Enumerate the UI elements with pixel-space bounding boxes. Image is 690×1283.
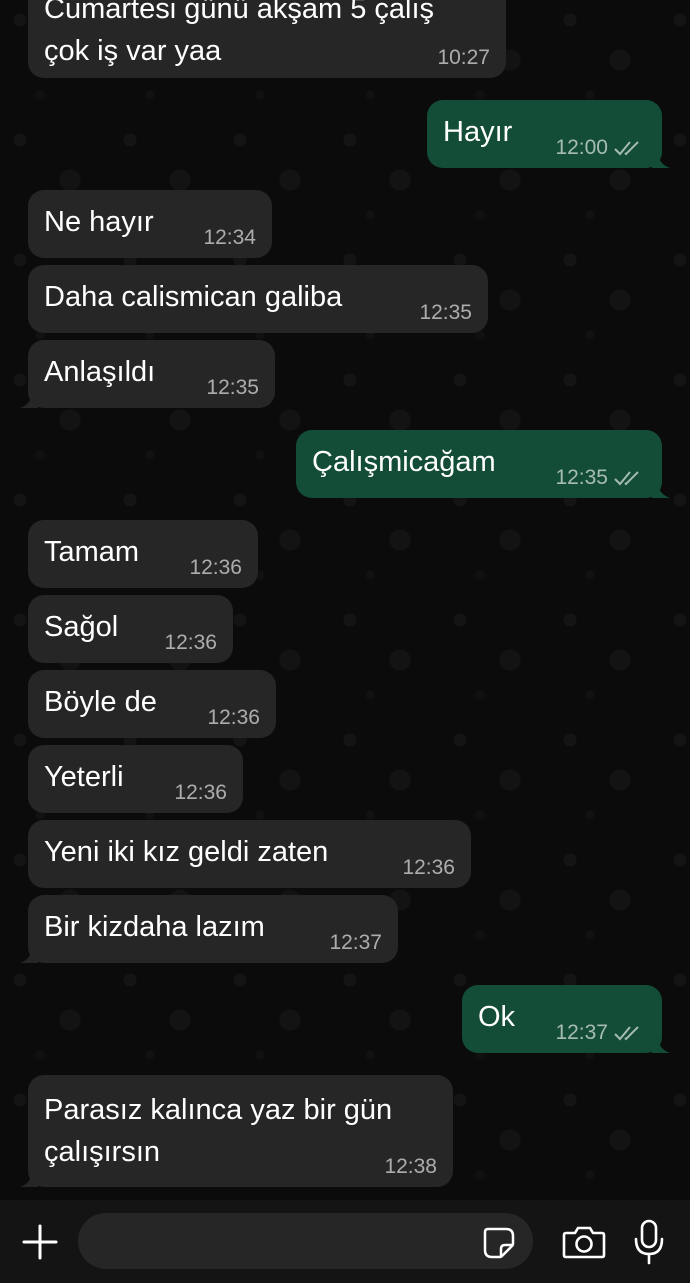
message-meta: 12:36 — [207, 706, 260, 730]
message-meta: 12:36 — [402, 856, 455, 880]
message-text: Cumartesi günü akşam 5 çalış çok iş var … — [44, 0, 435, 67]
microphone-icon[interactable] — [632, 1219, 666, 1265]
message-meta: 12:38 — [384, 1155, 437, 1179]
message-bubble-incoming[interactable]: Cumartesi günü akşam 5 çalış çok iş var … — [28, 0, 506, 78]
message-bubble-incoming[interactable]: Böyle de 12:36 — [28, 670, 276, 738]
bubble-tail — [652, 482, 670, 498]
double-check-icon — [614, 139, 644, 157]
message-time: 12:38 — [384, 1155, 437, 1178]
message-meta: 12:37 — [555, 1021, 644, 1045]
message-bubble-incoming[interactable]: Yeterli 12:36 — [28, 745, 243, 813]
message-meta: 12:35 — [555, 466, 644, 490]
message-time: 10:27 — [437, 46, 490, 69]
message-composer — [0, 1200, 690, 1283]
message-meta: 10:27 — [437, 46, 490, 70]
message-time: 12:36 — [189, 556, 242, 579]
message-time: 12:36 — [164, 631, 217, 654]
message-bubble-incoming[interactable]: Ne hayır 12:34 — [28, 190, 272, 258]
double-check-icon — [614, 1024, 644, 1042]
message-bubble-incoming[interactable]: Parasız kalınca yaz bir gün çalışırsın 1… — [20, 1075, 453, 1187]
message-time: 12:36 — [402, 856, 455, 879]
message-text: Ne hayır — [44, 206, 154, 238]
message-time: 12:34 — [203, 226, 256, 249]
bubble-tail — [652, 1037, 670, 1053]
message-time: 12:35 — [555, 466, 608, 489]
message-text: Tamam — [44, 536, 140, 568]
message-time: 12:37 — [329, 931, 382, 954]
message-bubble-incoming[interactable]: Bir kizdaha lazım 12:37 — [20, 895, 398, 963]
message-time: 12:36 — [207, 706, 260, 729]
message-bubble-incoming[interactable]: Anlaşıldı 12:35 — [20, 340, 275, 408]
message-time: 12:00 — [555, 136, 608, 159]
message-meta: 12:36 — [164, 631, 217, 655]
double-check-icon — [614, 469, 644, 487]
message-text: Sağol — [44, 611, 119, 643]
message-meta: 12:35 — [206, 376, 259, 400]
message-meta: 12:00 — [555, 136, 644, 160]
bubble-tail — [20, 1171, 38, 1187]
message-meta: 12:36 — [189, 556, 242, 580]
message-time: 12:35 — [206, 376, 259, 399]
bubble-tail — [20, 947, 38, 963]
message-meta: 12:34 — [203, 226, 256, 250]
message-time: 12:35 — [419, 301, 472, 324]
plus-icon[interactable] — [20, 1222, 60, 1262]
message-bubble-incoming[interactable]: Tamam 12:36 — [28, 520, 258, 588]
message-time: 12:36 — [174, 781, 227, 804]
bubble-tail — [652, 152, 670, 168]
message-meta: 12:35 — [419, 301, 472, 325]
message-meta: 12:36 — [174, 781, 227, 805]
message-bubble-incoming[interactable]: Sağol 12:36 — [28, 595, 233, 663]
message-text: Böyle de — [44, 686, 157, 718]
message-meta: 12:37 — [329, 931, 382, 955]
message-bubble-incoming[interactable]: Yeni iki kız geldi zaten 12:36 — [28, 820, 471, 888]
message-text: Anlaşıldı — [44, 356, 156, 388]
message-text: Ok — [478, 1001, 516, 1033]
message-bubble-outgoing[interactable]: Ok 12:37 — [462, 985, 670, 1053]
camera-icon[interactable] — [562, 1224, 606, 1260]
message-time: 12:37 — [555, 1021, 608, 1044]
message-text: Daha calismican galiba — [44, 281, 343, 313]
chat-area[interactable]: Cumartesi günü akşam 5 çalış çok iş var … — [0, 0, 690, 1200]
message-text: Çalışmicağam — [312, 446, 496, 478]
message-text: Bir kizdaha lazım — [44, 911, 265, 943]
message-text: Hayır — [443, 116, 513, 148]
message-input[interactable] — [78, 1213, 533, 1269]
sticker-icon[interactable] — [482, 1226, 516, 1260]
message-text: Parasız kalınca yaz bir gün çalışırsın — [44, 1094, 393, 1168]
message-text: Yeterli — [44, 761, 124, 793]
bubble-tail — [20, 392, 38, 408]
message-bubble-outgoing[interactable]: Çalışmicağam 12:35 — [296, 430, 670, 498]
message-bubble-outgoing[interactable]: Hayır 12:00 — [427, 100, 670, 168]
message-bubble-incoming[interactable]: Daha calismican galiba 12:35 — [28, 265, 488, 333]
message-text: Yeni iki kız geldi zaten — [44, 836, 329, 868]
